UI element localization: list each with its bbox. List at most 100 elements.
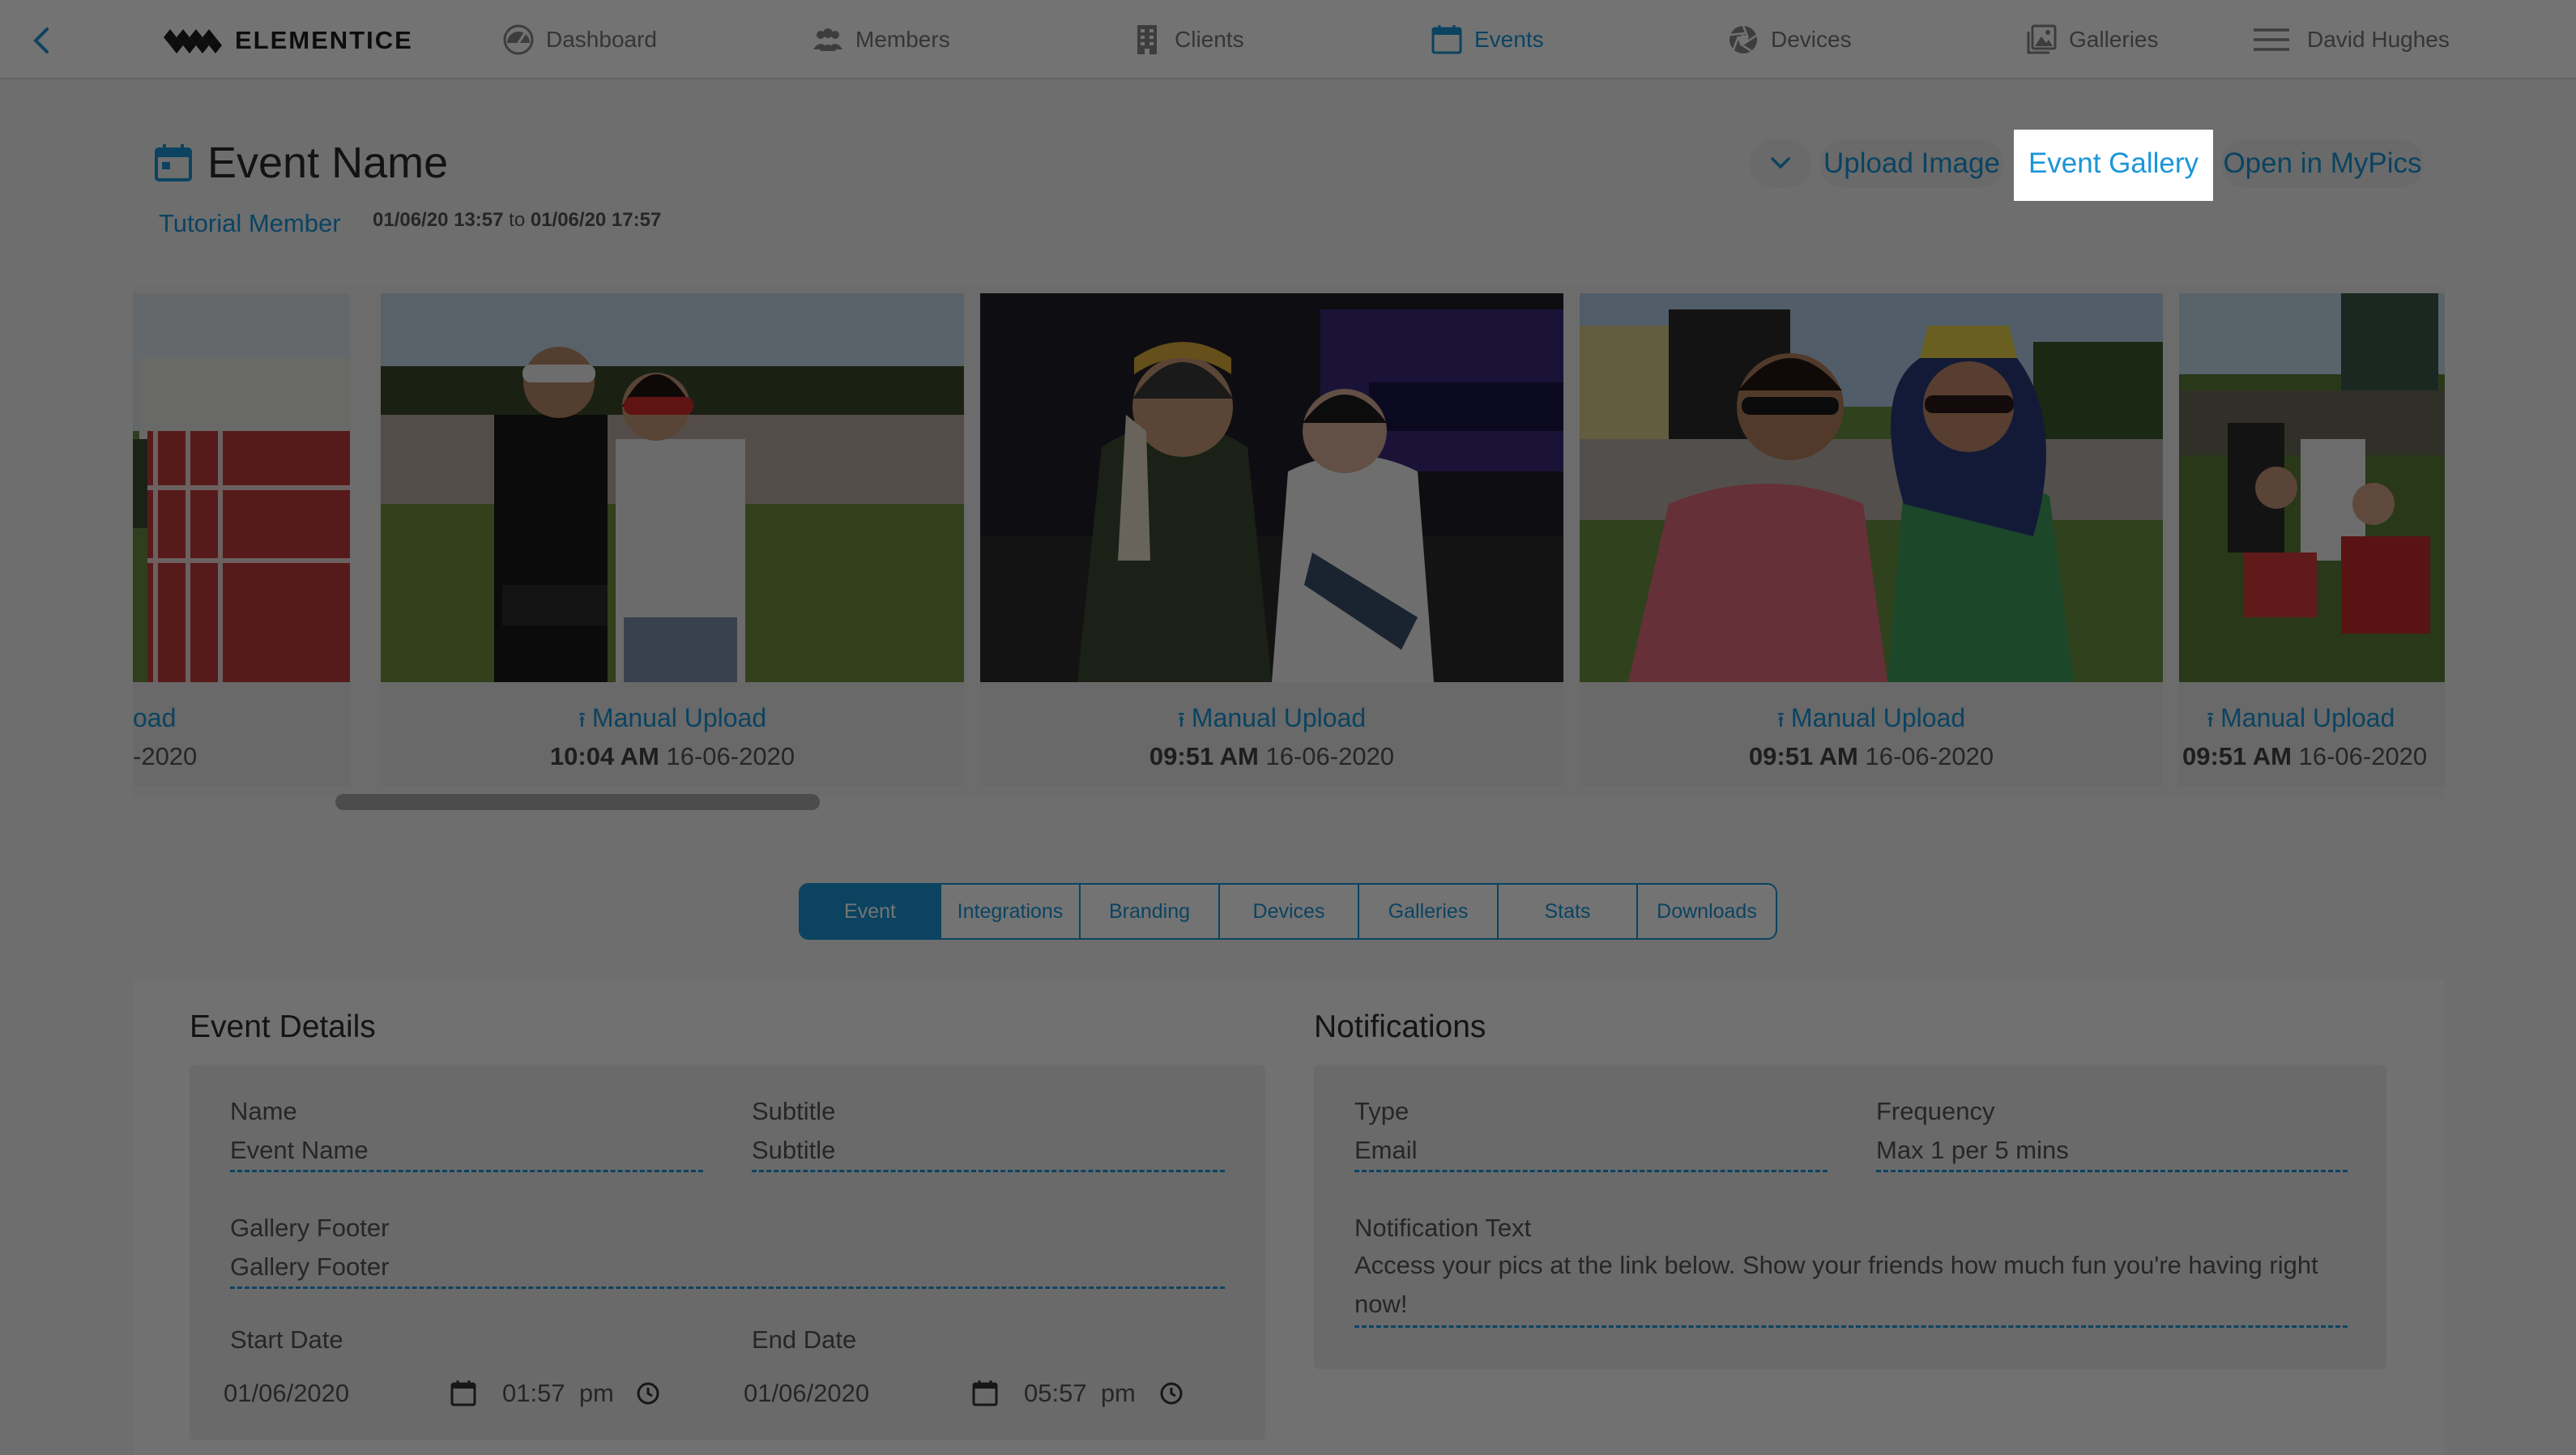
gallery-photo[interactable] <box>381 293 964 682</box>
type-select[interactable]: Email <box>1354 1136 1418 1165</box>
nav-members[interactable]: Members <box>812 21 950 58</box>
members-group-icon <box>813 28 842 51</box>
end-date-input[interactable]: 01/06/2020 <box>744 1379 869 1408</box>
upload-arrow-icon: ⭱ <box>1177 707 1185 732</box>
upload-image-button[interactable]: Upload Image <box>1819 139 2004 188</box>
gallery-card[interactable]: ⭱ Manual Upload 09:51 AM 16-06-2020 <box>1580 293 2163 786</box>
gallery-card[interactable]: oad -2020 <box>133 293 350 786</box>
event-details-title: Event Details <box>190 1009 376 1044</box>
frequency-select[interactable]: Max 1 per 5 mins <box>1876 1136 2069 1165</box>
carousel-scrollbar-thumb[interactable] <box>335 794 820 810</box>
upload-source: ⭱ Manual Upload <box>381 703 964 740</box>
nav-devices-label: Devices <box>1771 27 1852 52</box>
event-gallery-label: Event Gallery <box>2028 147 2199 179</box>
subtitle-input[interactable]: Subtitle <box>752 1136 835 1165</box>
upload-timestamp: 09:51 AM 16-06-2020 <box>1748 742 1994 770</box>
nav-dashboard-label: Dashboard <box>546 27 657 52</box>
upload-timestamp: 10:04 AM 16-06-2020 <box>549 742 795 770</box>
date-end: 01/06/20 17:57 <box>530 209 662 231</box>
gallery-footer-input[interactable]: Gallery Footer <box>230 1252 389 1282</box>
gallery-card[interactable]: ⭱ Manual Upload 10:04 AM 16-06-2020 <box>381 293 964 786</box>
image-carousel[interactable]: oad -2020 ⭱ Manual Upload 10:04 AM 16-06… <box>133 285 2445 797</box>
upload-timestamp: 09:51 AM 16-06-2020 <box>1149 742 1395 770</box>
notifications-title: Notifications <box>1314 1009 1486 1044</box>
brand-logo[interactable]: ELEMENTICE <box>162 24 413 57</box>
tutorial-member-link[interactable]: Tutorial Member <box>159 209 341 238</box>
open-in-mypics-button[interactable]: Open in MyPics <box>2221 139 2424 188</box>
nav-devices[interactable]: Devices <box>1727 21 1852 58</box>
nav-galleries-label: Galleries <box>2069 27 2159 52</box>
start-date-input[interactable]: 01/06/2020 <box>224 1379 349 1408</box>
end-date-label: End Date <box>752 1325 857 1354</box>
user-name: David Hughes <box>2307 27 2450 52</box>
chevron-down-icon <box>1771 157 1790 169</box>
upload-arrow-icon: ⭱ <box>2207 707 2215 732</box>
galleries-images-icon <box>2027 24 2057 54</box>
end-time-clock-icon[interactable] <box>1158 1380 1184 1406</box>
subtitle-input-underline <box>752 1170 1225 1172</box>
upload-arrow-icon: ⭱ <box>1776 707 1785 732</box>
tab-event[interactable]: Event <box>800 885 940 938</box>
tab-integrations[interactable]: Integrations <box>940 885 1079 938</box>
back-chevron-icon[interactable] <box>24 23 60 58</box>
events-calendar-icon <box>1431 25 1462 54</box>
name-input[interactable]: Event Name <box>230 1136 369 1165</box>
brand-name: ELEMENTICE <box>235 26 413 54</box>
end-date-calendar-icon[interactable] <box>970 1379 1000 1408</box>
start-date-calendar-icon[interactable] <box>449 1379 478 1408</box>
nav-dashboard[interactable]: Dashboard <box>502 21 657 58</box>
nav-galleries[interactable]: Galleries <box>2025 21 2158 58</box>
gallery-footer-underline <box>230 1286 1225 1289</box>
hamburger-menu-icon <box>2254 28 2289 51</box>
tab-devices[interactable]: Devices <box>1218 885 1358 938</box>
end-time-input[interactable]: 05:57 pm <box>1024 1379 1136 1408</box>
gallery-photo[interactable] <box>2179 293 2445 682</box>
open-in-mypics-label: Open in MyPics <box>2223 147 2422 179</box>
gallery-photo[interactable] <box>133 293 350 682</box>
clients-building-icon <box>1137 25 1157 54</box>
tab-galleries[interactable]: Galleries <box>1358 885 1497 938</box>
elementice-diamond-logo-icon <box>164 29 222 53</box>
date-start: 01/06/20 13:57 <box>373 209 504 231</box>
top-navigation-bar: ELEMENTICE Dashboard Members Clients Eve… <box>0 0 2576 79</box>
gallery-photo[interactable] <box>980 293 1563 682</box>
more-actions-dropdown-button[interactable] <box>1750 139 1811 188</box>
upload-source: ⭱ Manual Upload <box>980 703 1563 740</box>
event-date-range: 01/06/20 13:57 to 01/06/20 17:57 <box>373 209 661 232</box>
gallery-card[interactable]: ⭱ Manual Upload 09:51 AM 16-06-2020 <box>2179 293 2445 786</box>
frequency-label: Frequency <box>1876 1097 1995 1125</box>
nav-events-label: Events <box>1474 27 1544 52</box>
devices-aperture-icon <box>1729 25 1757 53</box>
nav-members-label: Members <box>855 27 950 52</box>
type-select-underline <box>1354 1170 1828 1172</box>
subtitle-label: Subtitle <box>752 1097 836 1125</box>
gallery-footer-label: Gallery Footer <box>230 1214 390 1242</box>
date-to: to <box>509 209 526 231</box>
type-label: Type <box>1354 1097 1410 1125</box>
dashboard-gauge-icon <box>503 24 534 55</box>
start-time-input[interactable]: 01:57 pm <box>502 1379 614 1408</box>
nav-events[interactable]: Events <box>1431 21 1544 58</box>
notification-text-label: Notification Text <box>1354 1214 1532 1242</box>
upload-source: ⭱ Manual Upload <box>1580 703 2163 740</box>
event-tabs: Event Integrations Branding Devices Gall… <box>799 883 1777 940</box>
user-menu[interactable]: David Hughes <box>2252 21 2450 58</box>
gallery-photo[interactable] <box>1580 293 2163 682</box>
tab-stats[interactable]: Stats <box>1497 885 1636 938</box>
upload-image-label: Upload Image <box>1823 147 2000 179</box>
name-input-underline <box>230 1170 703 1172</box>
page-title: Event Name <box>207 139 449 187</box>
nav-clients-label: Clients <box>1175 27 1244 52</box>
upload-arrow-icon: ⭱ <box>578 707 586 732</box>
tab-downloads[interactable]: Downloads <box>1636 885 1776 938</box>
tab-branding[interactable]: Branding <box>1079 885 1218 938</box>
notification-text-underline <box>1354 1325 2348 1328</box>
event-calendar-icon <box>155 144 192 181</box>
start-date-label: Start Date <box>230 1325 343 1354</box>
nav-clients[interactable]: Clients <box>1131 21 1244 58</box>
event-gallery-button[interactable]: Event Gallery <box>2020 139 2207 188</box>
notification-text-input[interactable]: Access your pics at the link below. Show… <box>1354 1246 2327 1324</box>
gallery-card[interactable]: ⭱ Manual Upload 09:51 AM 16-06-2020 <box>980 293 1563 786</box>
start-time-clock-icon[interactable] <box>635 1380 661 1406</box>
frequency-select-underline <box>1876 1170 2348 1172</box>
